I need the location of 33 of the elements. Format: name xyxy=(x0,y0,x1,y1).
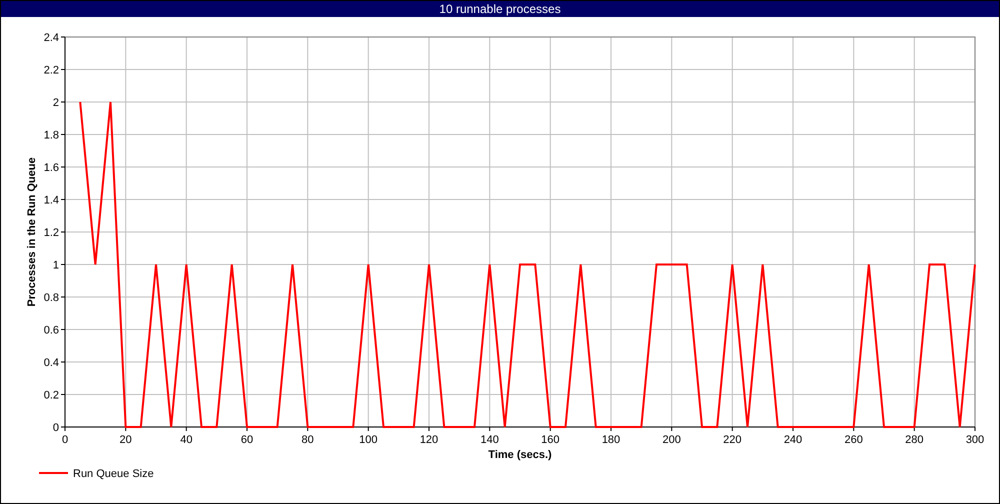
x-tick-label: 120 xyxy=(420,434,438,446)
x-tick-label: 240 xyxy=(784,434,802,446)
y-axis-title: Processes in the Run Queue xyxy=(26,157,38,307)
y-tick-label: 0.8 xyxy=(44,292,59,304)
y-tick-label: 0.2 xyxy=(44,390,59,402)
x-tick-label: 180 xyxy=(602,434,620,446)
x-tick-label: 260 xyxy=(844,434,863,446)
y-tick-label: 2.4 xyxy=(44,32,59,44)
x-tick-label: 140 xyxy=(480,434,499,446)
x-tick-label: 100 xyxy=(359,434,378,446)
y-tick-label: 1.2 xyxy=(44,227,59,239)
x-tick-label: 20 xyxy=(120,434,132,446)
x-tick-label: 200 xyxy=(662,434,681,446)
x-tick-label: 40 xyxy=(180,434,192,446)
y-tick-label: 1.6 xyxy=(44,162,59,174)
y-tick-label: 1 xyxy=(52,260,59,272)
x-tick-label: 160 xyxy=(541,434,560,446)
y-tick-label: 1.8 xyxy=(44,130,59,142)
legend-label: Run Queue Size xyxy=(73,468,154,480)
x-tick-label: 60 xyxy=(240,434,254,446)
y-tick-label: 0 xyxy=(52,422,59,434)
y-tick-label: 0.4 xyxy=(44,357,59,369)
y-tick-label: 2.2 xyxy=(44,64,59,76)
x-tick-label: 80 xyxy=(302,434,314,446)
x-tick-label: 0 xyxy=(62,434,68,446)
y-tick-label: 2 xyxy=(52,97,59,109)
x-axis-title: Time (secs.) xyxy=(488,449,552,461)
window-title: 10 runnable processes xyxy=(1,1,999,17)
x-tick-label: 280 xyxy=(905,434,924,446)
y-tick-label: 0.6 xyxy=(44,324,59,336)
x-tick-label: 220 xyxy=(723,434,742,446)
y-tick-label: 1.4 xyxy=(44,194,59,206)
x-tick-label: 300 xyxy=(966,434,984,446)
